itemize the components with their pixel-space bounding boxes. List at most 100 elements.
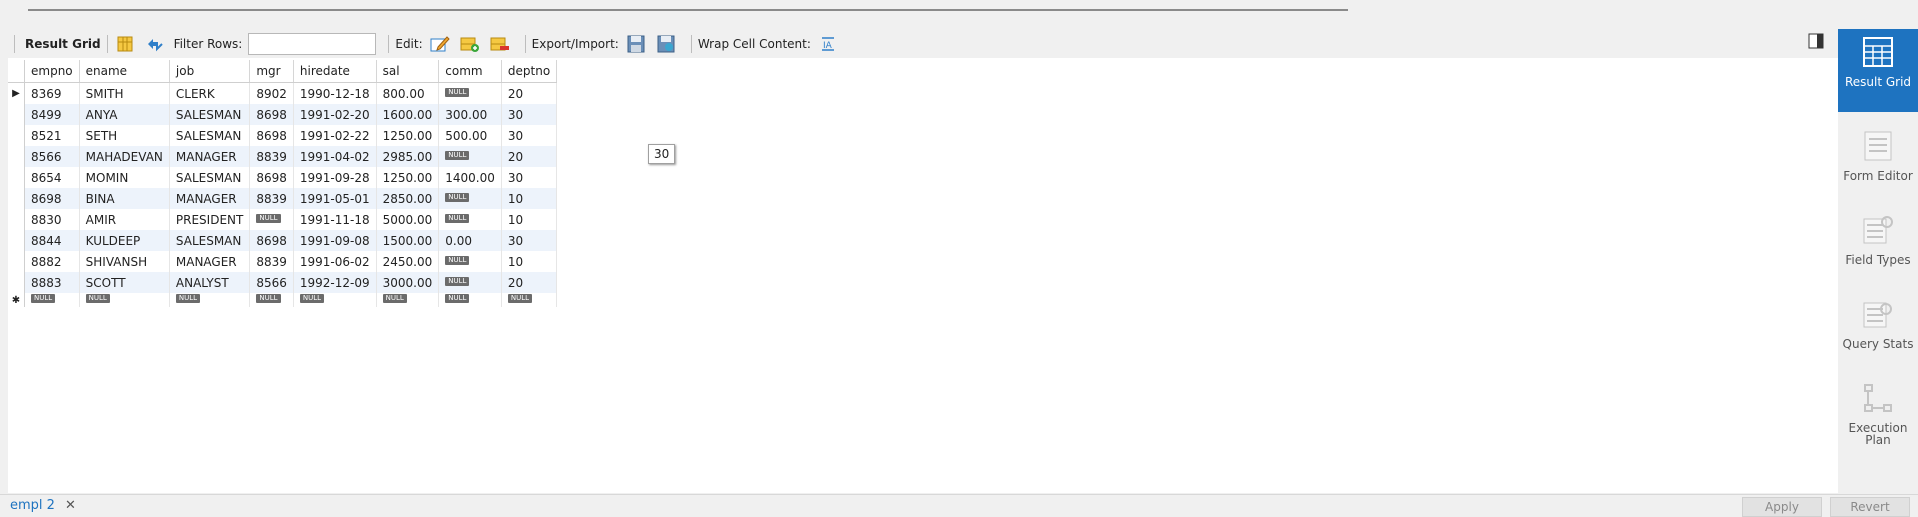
table-cell[interactable]: 1992-12-09 (293, 272, 377, 293)
table-cell[interactable]: 8839 (249, 188, 294, 209)
table-cell[interactable]: 20 (501, 146, 558, 167)
filter-rows-input[interactable] (248, 33, 377, 55)
table-cell[interactable]: 8883 (24, 272, 80, 293)
table-cell[interactable]: 1500.00 (376, 230, 440, 251)
table-cell[interactable]: 8882 (24, 251, 80, 272)
close-tab-icon[interactable]: ✕ (65, 498, 76, 513)
table-cell[interactable]: MANAGER (169, 188, 251, 209)
table-cell[interactable]: 1990-12-18 (293, 82, 377, 104)
row-marker[interactable] (8, 125, 25, 146)
current-row-marker[interactable]: ▶ (8, 82, 25, 104)
table-cell[interactable]: AMIR (79, 209, 170, 230)
table-cell[interactable]: 1991-06-02 (293, 251, 377, 272)
table-cell[interactable]: 8566 (24, 146, 80, 167)
table-row[interactable]: 8883 SCOTT ANALYST 8566 1992-12-09 3000.00 NUL… (8, 272, 558, 293)
table-cell[interactable]: 8698 (249, 104, 294, 125)
table-cell[interactable]: 8698 (249, 167, 294, 188)
table-cell[interactable]: 500.00 (438, 125, 502, 146)
column-header-ename[interactable]: ename (79, 60, 170, 83)
table-cell[interactable]: NULL (501, 293, 558, 307)
table-row[interactable]: 8499 ANYA SALESMAN 8698 1991-02-20 1600.00 300… (8, 104, 558, 125)
table-cell[interactable]: 1991-05-01 (293, 188, 377, 209)
table-cell[interactable]: 30 (501, 167, 558, 188)
table-cell[interactable]: 800.00 (376, 82, 440, 104)
table-cell[interactable]: 8839 (249, 251, 294, 272)
table-cell[interactable]: MANAGER (169, 251, 251, 272)
column-header-deptno[interactable]: deptno (501, 60, 558, 83)
table-cell[interactable]: CLERK (169, 82, 251, 104)
table-cell[interactable]: 1600.00 (376, 104, 440, 125)
row-marker[interactable] (8, 251, 25, 272)
table-cell[interactable]: MOMIN (79, 167, 170, 188)
table-cell[interactable]: 1991-09-28 (293, 167, 377, 188)
table-cell[interactable]: 20 (501, 272, 558, 293)
table-cell[interactable]: 1250.00 (376, 125, 440, 146)
table-cell[interactable]: 3000.00 (376, 272, 440, 293)
table-cell[interactable]: 8698 (24, 188, 80, 209)
grid-layout-icon[interactable] (114, 33, 136, 55)
table-cell[interactable]: NULL (438, 188, 502, 209)
table-row[interactable]: 8654 MOMIN SALESMAN 8698 1991-09-28 1250.00 14… (8, 167, 558, 188)
table-cell[interactable]: 5000.00 (376, 209, 440, 230)
table-cell[interactable]: 30 (501, 125, 558, 146)
import-icon[interactable] (655, 33, 677, 55)
table-cell[interactable]: 1991-09-08 (293, 230, 377, 251)
column-header-empno[interactable]: empno (24, 60, 80, 83)
table-cell[interactable]: 8698 (249, 125, 294, 146)
row-marker[interactable] (8, 209, 25, 230)
new-row[interactable]: ✱ NULL NULL NULL NULL NULL NULL NULL NULL (8, 293, 558, 307)
table-row[interactable]: 8698 BINA MANAGER 8839 1991-05-01 2850.00 NULL… (8, 188, 558, 209)
table-cell[interactable]: 1991-02-20 (293, 104, 377, 125)
query-divider[interactable] (28, 9, 1348, 11)
table-cell[interactable]: 1400.00 (438, 167, 502, 188)
table-cell[interactable]: 8521 (24, 125, 80, 146)
row-marker[interactable] (8, 272, 25, 293)
table-cell[interactable]: 1991-02-22 (293, 125, 377, 146)
table-cell[interactable]: SETH (79, 125, 170, 146)
table-cell[interactable]: NULL (376, 293, 440, 307)
panel-result-grid[interactable]: Result Grid (1838, 29, 1918, 112)
table-cell[interactable]: 30 (501, 104, 558, 125)
column-header-sal[interactable]: sal (376, 60, 440, 83)
table-row[interactable]: 8566 MAHADEVAN MANAGER 8839 1991-04-02 2985.0… (8, 146, 558, 167)
table-cell[interactable]: NULL (438, 209, 502, 230)
table-cell[interactable]: SALESMAN (169, 104, 251, 125)
table-cell[interactable]: NULL (249, 293, 294, 307)
table-cell[interactable]: BINA (79, 188, 170, 209)
add-row-icon[interactable] (459, 33, 481, 55)
table-cell[interactable]: SALESMAN (169, 230, 251, 251)
table-cell[interactable]: 8499 (24, 104, 80, 125)
row-marker[interactable] (8, 104, 25, 125)
table-cell[interactable]: ANALYST (169, 272, 251, 293)
table-cell[interactable]: NULL (438, 293, 502, 307)
table-cell[interactable]: 8839 (249, 146, 294, 167)
table-cell[interactable]: 10 (501, 188, 558, 209)
table-cell[interactable]: SMITH (79, 82, 170, 104)
table-cell[interactable]: 8369 (24, 82, 80, 104)
table-cell[interactable]: 2850.00 (376, 188, 440, 209)
table-cell[interactable]: NULL (79, 293, 170, 307)
panel-execution-plan[interactable]: Execution Plan (1838, 375, 1918, 446)
table-cell[interactable]: 8566 (249, 272, 294, 293)
table-cell[interactable]: 8830 (24, 209, 80, 230)
table-cell[interactable]: 10 (501, 251, 558, 272)
table-cell[interactable]: NULL (438, 82, 502, 104)
column-header-comm[interactable]: comm (438, 60, 502, 83)
toggle-sidebar-icon[interactable] (1808, 33, 1824, 49)
table-cell[interactable]: SALESMAN (169, 167, 251, 188)
table-row[interactable]: ▶ 8369 SMITH CLERK 8902 1990-12-18 800.00 NULL 2… (8, 82, 558, 104)
panel-field-types[interactable]: Field Types (1838, 207, 1918, 266)
table-row[interactable]: 8882 SHIVANSH MANAGER 8839 1991-06-02 2450.00… (8, 251, 558, 272)
table-cell[interactable]: SALESMAN (169, 125, 251, 146)
table-cell[interactable]: 20 (501, 82, 558, 104)
table-cell[interactable]: 1250.00 (376, 167, 440, 188)
panel-form-editor[interactable]: Form Editor (1838, 123, 1918, 182)
table-row[interactable]: 8521 SETH SALESMAN 8698 1991-02-22 1250.00 500… (8, 125, 558, 146)
row-marker[interactable] (8, 167, 25, 188)
table-cell[interactable]: 8654 (24, 167, 80, 188)
table-cell[interactable]: NULL (249, 209, 294, 230)
result-tab[interactable]: empl 2 ✕ (10, 498, 76, 513)
table-cell[interactable]: NULL (169, 293, 251, 307)
column-header-mgr[interactable]: mgr (249, 60, 294, 83)
table-cell[interactable]: 8902 (249, 82, 294, 104)
